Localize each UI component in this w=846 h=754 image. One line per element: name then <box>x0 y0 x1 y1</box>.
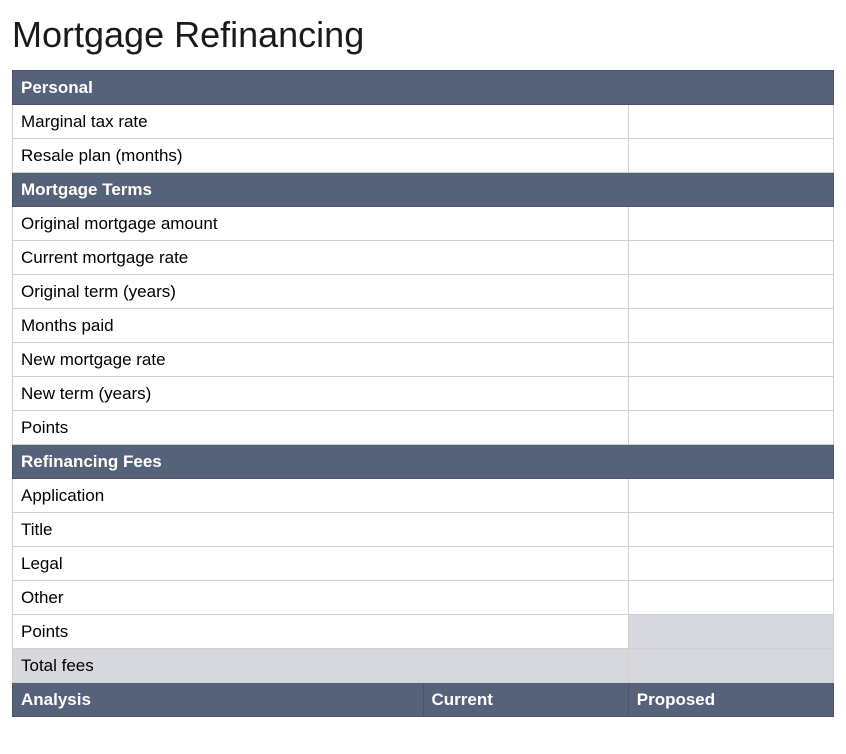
row-label: Total fees <box>13 649 629 683</box>
row-label: Application <box>13 479 629 513</box>
row-value[interactable] <box>628 581 833 615</box>
section-header-label: Mortgage Terms <box>13 173 834 207</box>
section-header-personal: Personal <box>13 71 834 105</box>
table-row: Resale plan (months) <box>13 139 834 173</box>
row-label: New term (years) <box>13 377 629 411</box>
section-header-label: Personal <box>13 71 834 105</box>
row-label: New mortgage rate <box>13 343 629 377</box>
table-row: Original term (years) <box>13 275 834 309</box>
page-title: Mortgage Refinancing <box>12 14 834 56</box>
table-row: Application <box>13 479 834 513</box>
section-header-refinancing-fees: Refinancing Fees <box>13 445 834 479</box>
row-value[interactable] <box>628 547 833 581</box>
row-label: Other <box>13 581 629 615</box>
row-value[interactable] <box>628 207 833 241</box>
row-value[interactable] <box>628 343 833 377</box>
row-value[interactable] <box>628 309 833 343</box>
row-label: Original mortgage amount <box>13 207 629 241</box>
row-value[interactable] <box>628 105 833 139</box>
row-label: Original term (years) <box>13 275 629 309</box>
row-value[interactable] <box>628 241 833 275</box>
table-row: Legal <box>13 547 834 581</box>
row-label: Marginal tax rate <box>13 105 629 139</box>
section-header-mortgage-terms: Mortgage Terms <box>13 173 834 207</box>
analysis-col-proposed: Proposed <box>628 683 833 717</box>
analysis-label: Analysis <box>13 683 424 717</box>
table-row: New mortgage rate <box>13 343 834 377</box>
row-label: Resale plan (months) <box>13 139 629 173</box>
row-label: Title <box>13 513 629 547</box>
row-value[interactable] <box>628 377 833 411</box>
row-label: Points <box>13 615 629 649</box>
row-value[interactable] <box>628 479 833 513</box>
table-row: Marginal tax rate <box>13 105 834 139</box>
row-value <box>628 615 833 649</box>
row-value[interactable] <box>628 411 833 445</box>
table-row: Current mortgage rate <box>13 241 834 275</box>
row-value[interactable] <box>628 513 833 547</box>
row-value[interactable] <box>628 275 833 309</box>
table-row: Original mortgage amount <box>13 207 834 241</box>
analysis-col-current: Current <box>423 683 628 717</box>
section-header-analysis: Analysis Current Proposed <box>13 683 834 717</box>
table-row: Title <box>13 513 834 547</box>
table-row: Points <box>13 615 834 649</box>
row-value <box>628 649 833 683</box>
row-label: Legal <box>13 547 629 581</box>
refinancing-table: Personal Marginal tax rate Resale plan (… <box>12 70 834 717</box>
section-header-label: Refinancing Fees <box>13 445 834 479</box>
table-row: Points <box>13 411 834 445</box>
table-row: Months paid <box>13 309 834 343</box>
table-row-total: Total fees <box>13 649 834 683</box>
row-label: Points <box>13 411 629 445</box>
row-value[interactable] <box>628 139 833 173</box>
table-row: New term (years) <box>13 377 834 411</box>
row-label: Months paid <box>13 309 629 343</box>
table-row: Other <box>13 581 834 615</box>
row-label: Current mortgage rate <box>13 241 629 275</box>
